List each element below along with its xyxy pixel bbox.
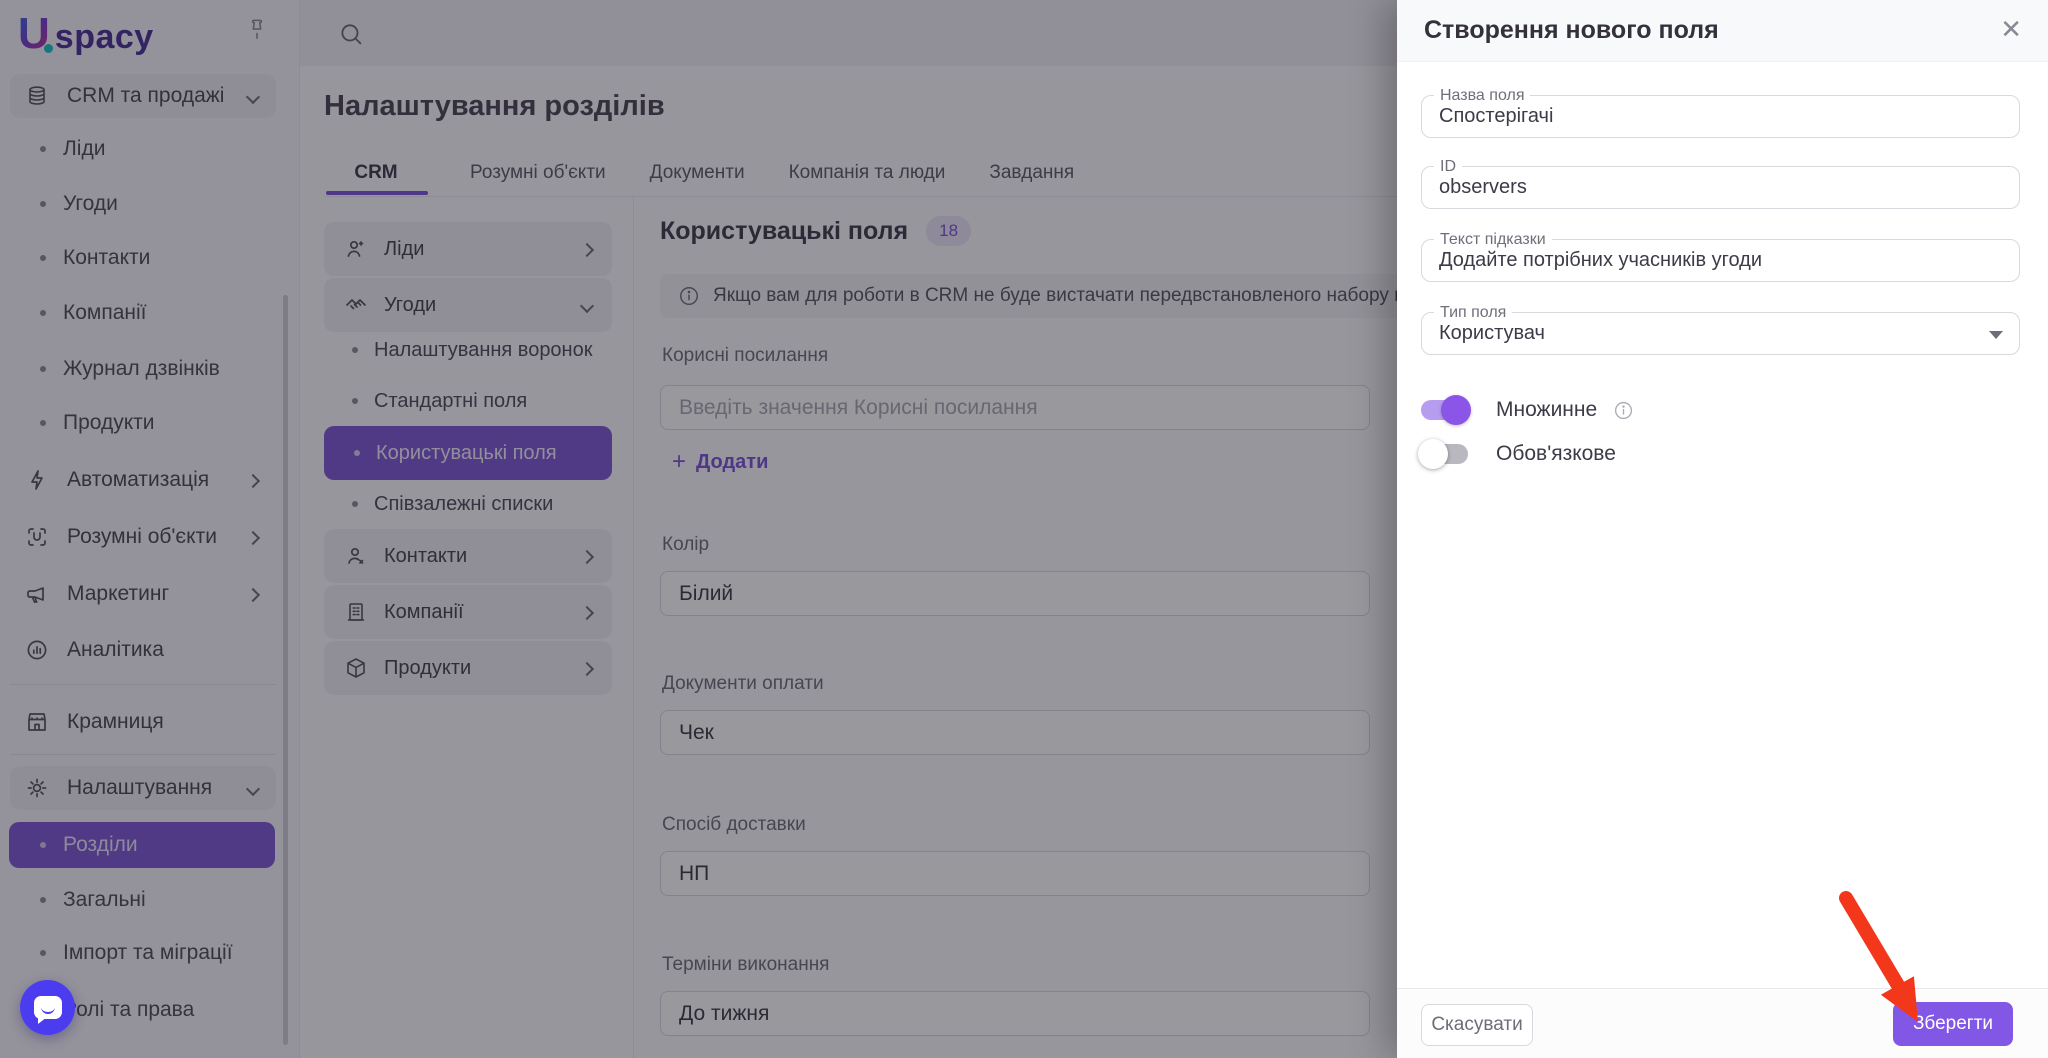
required-toggle-row: Обов'язкове [1418,439,1616,469]
multiple-toggle[interactable] [1421,395,1471,425]
field-type-select[interactable]: Тип поля Користувач [1421,304,2020,355]
field-value: Спостерігачі [1439,105,1554,127]
save-button[interactable]: Зберегти [1893,1002,2013,1046]
close-icon[interactable]: ✕ [2000,16,2022,42]
select-caret-icon [1989,331,2003,339]
required-toggle[interactable] [1418,439,1468,469]
field-value: Користувач [1439,322,1545,344]
multiple-toggle-row: Множинне [1421,395,1634,425]
modal-footer: Скасувати Зберегти [1397,988,2048,1058]
chat-icon [33,996,62,1024]
field-id-input[interactable]: ID observers [1421,158,2020,209]
cancel-button[interactable]: Скасувати [1421,1004,1533,1046]
hint-text-input[interactable]: Текст підказки Додайте потрібних учасник… [1421,231,2020,282]
field-value: Додайте потрібних учасників угоди [1439,249,1763,271]
toggle-label: Множинне [1496,398,1598,421]
toggle-knob [1418,439,1448,469]
info-icon [1613,400,1634,421]
modal-title: Створення нового поля [1424,16,1719,44]
chat-widget-button[interactable] [20,980,75,1035]
toggle-label: Обов'язкове [1496,442,1616,465]
app-screen: U spacy CRM та продажі Ліди Угоди Контак… [0,0,2048,1058]
field-name-input[interactable]: Назва поля Спостерігачі [1421,87,2020,138]
field-value: observers [1439,176,1527,198]
create-field-modal: Створення нового поля ✕ Назва поля Спост… [1397,0,2048,1058]
toggle-knob [1441,395,1471,425]
modal-header: Створення нового поля ✕ [1397,0,2048,62]
